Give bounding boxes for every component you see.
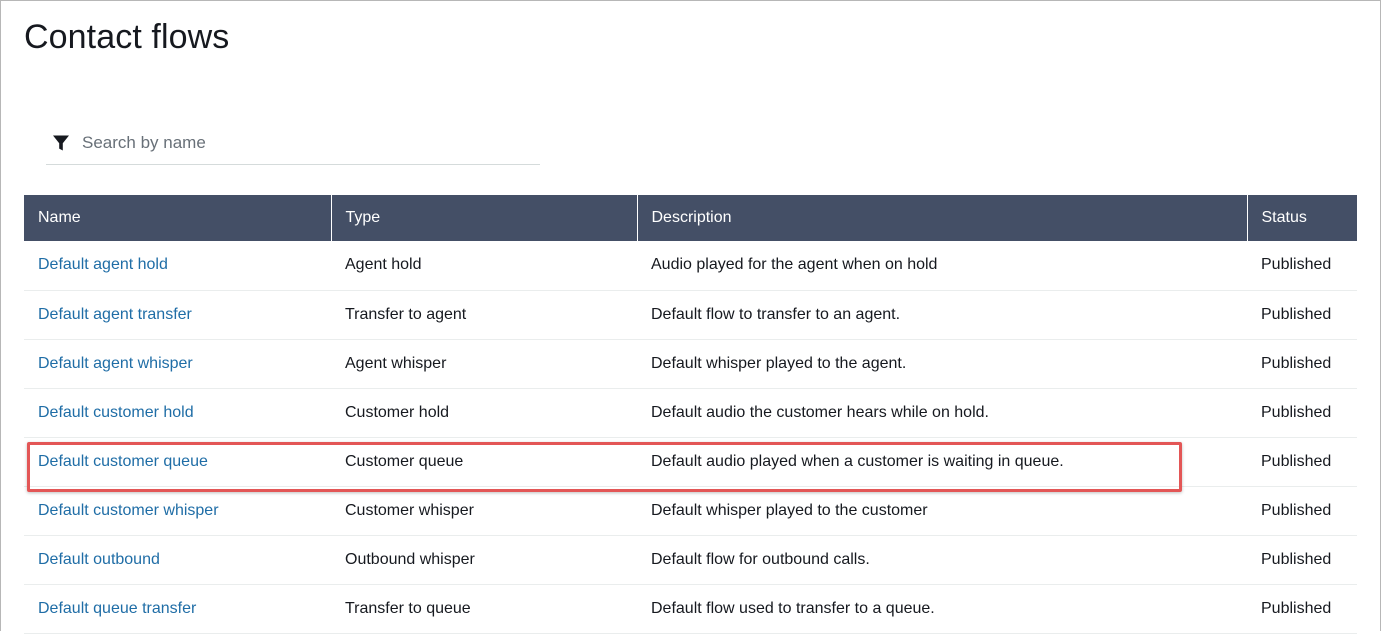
contact-flows-table: Name Type Description Status Default age… [24, 195, 1357, 634]
flow-status: Published [1247, 290, 1357, 340]
flow-name-link[interactable]: Default agent whisper [38, 355, 193, 372]
flow-type: Outbound whisper [331, 535, 637, 585]
flow-description: Default flow for outbound calls. [637, 535, 1247, 585]
table-row: Default agent transfer Transfer to agent… [24, 290, 1357, 340]
page-title: Contact flows [24, 18, 230, 56]
flow-description: Default audio the customer hears while o… [637, 388, 1247, 438]
flow-status: Published [1247, 339, 1357, 389]
flow-type: Customer hold [331, 388, 637, 438]
flow-status: Published [1247, 388, 1357, 438]
flow-name-link[interactable]: Default outbound [38, 551, 160, 568]
flow-type: Transfer to queue [331, 584, 637, 634]
flow-name-link[interactable]: Default customer queue [38, 453, 208, 470]
flow-description: Default whisper played to the agent. [637, 339, 1247, 389]
flow-description: Default flow to transfer to an agent. [637, 290, 1247, 340]
table-row-highlighted: Default customer queue Customer queue De… [24, 437, 1357, 487]
flow-status: Published [1247, 535, 1357, 585]
flow-description: Default audio played when a customer is … [637, 437, 1247, 487]
flow-status: Published [1247, 486, 1357, 536]
flow-type: Agent whisper [331, 339, 637, 389]
flow-status: Published [1247, 584, 1357, 634]
flow-status: Published [1247, 241, 1357, 291]
flow-status: Published [1247, 437, 1357, 487]
search-input[interactable] [82, 129, 522, 157]
flow-name-link[interactable]: Default customer hold [38, 404, 194, 421]
flow-type: Customer queue [331, 437, 637, 487]
table-row: Default agent whisper Agent whisper Defa… [24, 339, 1357, 389]
search-bar [46, 125, 540, 165]
flow-name-link[interactable]: Default customer whisper [38, 502, 219, 519]
flow-type: Customer whisper [331, 486, 637, 536]
column-header-status[interactable]: Status [1247, 195, 1357, 241]
table-row: Default agent hold Agent hold Audio play… [24, 241, 1357, 291]
column-header-description[interactable]: Description [637, 195, 1248, 241]
flow-name-link[interactable]: Default agent transfer [38, 306, 192, 323]
flow-type: Agent hold [331, 241, 637, 291]
flow-description: Default whisper played to the customer [637, 486, 1247, 536]
table-row: Default customer whisper Customer whispe… [24, 486, 1357, 536]
column-header-type[interactable]: Type [331, 195, 638, 241]
flow-name-link[interactable]: Default agent hold [38, 256, 168, 273]
flow-description: Audio played for the agent when on hold [637, 241, 1247, 291]
flow-name-link[interactable]: Default queue transfer [38, 600, 196, 617]
column-header-name[interactable]: Name [24, 195, 332, 241]
flow-description: Default flow used to transfer to a queue… [637, 584, 1247, 634]
filter-icon[interactable] [52, 134, 70, 152]
table-header-row: Name Type Description Status [24, 195, 1357, 241]
table-row: Default outbound Outbound whisper Defaul… [24, 535, 1357, 585]
table-row: Default customer hold Customer hold Defa… [24, 388, 1357, 438]
flow-type: Transfer to agent [331, 290, 637, 340]
table-row: Default queue transfer Transfer to queue… [24, 584, 1357, 634]
